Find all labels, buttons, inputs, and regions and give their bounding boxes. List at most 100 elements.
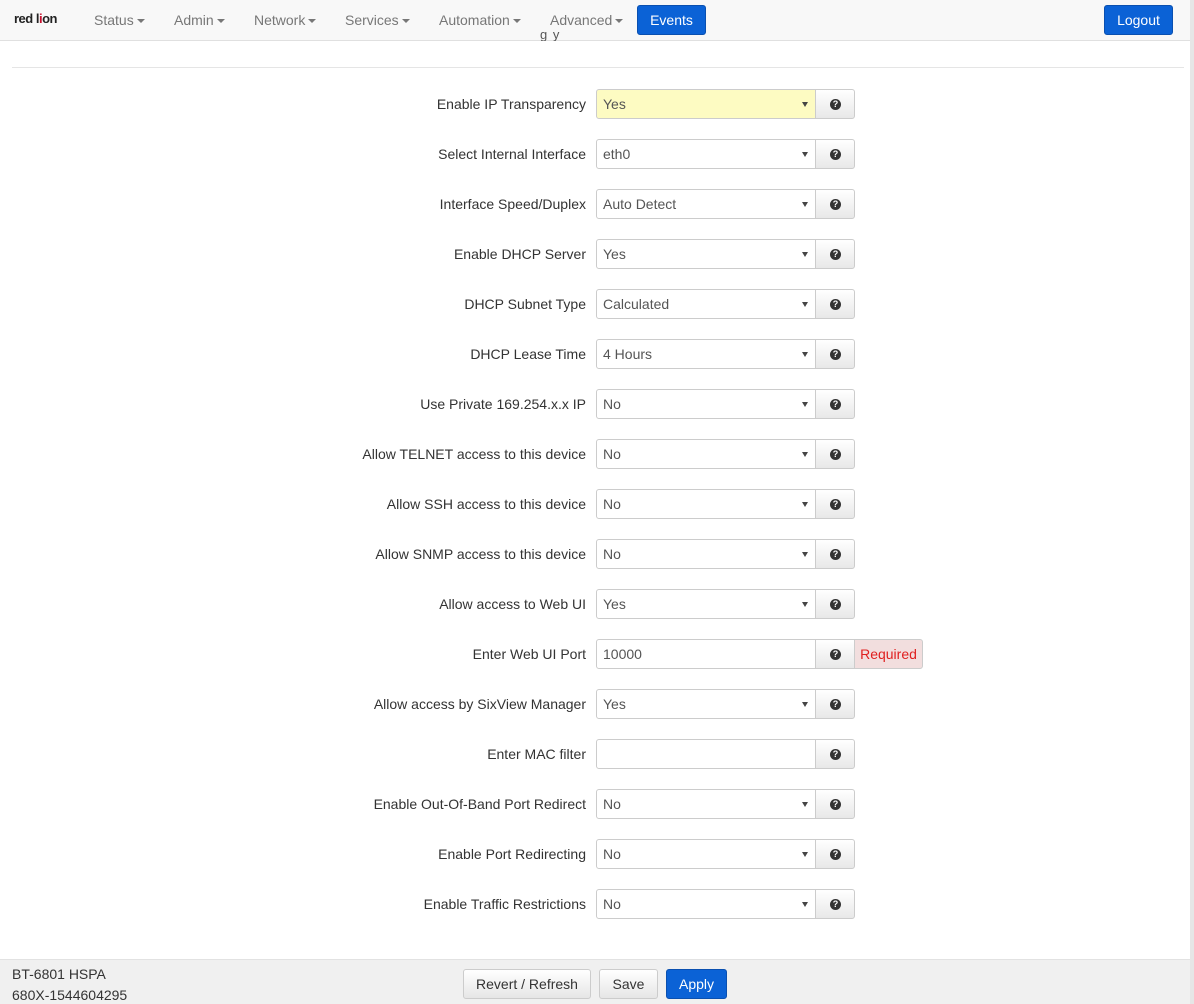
- caret-down-icon: [512, 19, 521, 24]
- dropdown-arrow-icon: [802, 552, 808, 557]
- nav-menu-admin[interactable]: Admin: [174, 0, 225, 40]
- select-field[interactable]: Auto Detect: [596, 189, 816, 219]
- question-circle-icon: ?: [830, 649, 841, 660]
- field-label: Allow SSH access to this device: [386, 496, 586, 512]
- select-field[interactable]: No: [596, 789, 816, 819]
- help-button[interactable]: ?: [815, 889, 855, 919]
- help-button[interactable]: ?: [815, 489, 855, 519]
- help-button[interactable]: ?: [815, 189, 855, 219]
- dropdown-arrow-icon: [802, 702, 808, 707]
- question-circle-icon: ?: [830, 549, 841, 560]
- help-button[interactable]: ?: [815, 89, 855, 119]
- footer-bar: BT-6801 HSPA 680X-1544604295 Revert / Re…: [0, 959, 1190, 1004]
- select-field[interactable]: Yes: [596, 689, 816, 719]
- field-value: Yes: [603, 246, 626, 262]
- select-field[interactable]: Yes: [596, 89, 816, 119]
- question-circle-icon: ?: [830, 349, 841, 360]
- select-field[interactable]: Yes: [596, 589, 816, 619]
- form-row: Enable Out-Of-Band Port Redirect No?: [0, 789, 1194, 819]
- field-label: Allow access by SixView Manager: [373, 696, 586, 712]
- field-value: Calculated: [603, 296, 670, 312]
- field-value: Yes: [603, 696, 626, 712]
- help-button[interactable]: ?: [815, 139, 855, 169]
- form-row: Allow TELNET access to this device No?: [0, 439, 1194, 469]
- help-button[interactable]: ?: [815, 839, 855, 869]
- device-model: BT-6801 HSPA: [12, 966, 106, 982]
- select-field[interactable]: No: [596, 889, 816, 919]
- dropdown-arrow-icon: [802, 102, 808, 107]
- scrollbar[interactable]: [1190, 0, 1194, 1004]
- caret-down-icon: [308, 19, 317, 24]
- help-button[interactable]: ?: [815, 389, 855, 419]
- form-row: DHCP Lease Time 4 Hours?: [0, 339, 1194, 369]
- question-circle-icon: ?: [830, 699, 841, 710]
- field-label: Use Private 169.254.x.x IP: [420, 396, 586, 412]
- select-field[interactable]: Yes: [596, 239, 816, 269]
- nav-menu-label: Advanced: [550, 12, 613, 28]
- form-row: Enable Port Redirecting No?: [0, 839, 1194, 869]
- text-input[interactable]: 10000: [596, 639, 816, 669]
- select-field[interactable]: No: [596, 489, 816, 519]
- nav-menu-label: Admin: [174, 12, 214, 28]
- help-button[interactable]: ?: [815, 689, 855, 719]
- field-label: DHCP Lease Time: [470, 346, 586, 362]
- field-label: Select Internal Interface: [438, 146, 586, 162]
- dropdown-arrow-icon: [802, 602, 808, 607]
- field-label: Enable IP Transparency: [436, 96, 586, 112]
- select-field[interactable]: eth0: [596, 139, 816, 169]
- help-button[interactable]: ?: [815, 539, 855, 569]
- nav-menu-label: Services: [345, 12, 399, 28]
- help-button[interactable]: ?: [815, 289, 855, 319]
- dropdown-arrow-icon: [802, 452, 808, 457]
- question-circle-icon: ?: [830, 249, 841, 260]
- field-value: 10000: [603, 646, 642, 662]
- form-row: DHCP Subnet Type Calculated?: [0, 289, 1194, 319]
- help-button[interactable]: ?: [815, 639, 855, 669]
- save-button[interactable]: Save: [599, 969, 658, 999]
- help-button[interactable]: ?: [815, 339, 855, 369]
- select-field[interactable]: No: [596, 389, 816, 419]
- logout-button[interactable]: Logout: [1104, 5, 1173, 35]
- revert-refresh-button[interactable]: Revert / Refresh: [463, 969, 591, 999]
- form-row: Enable Traffic Restrictions No?: [0, 889, 1194, 919]
- help-button[interactable]: ?: [815, 789, 855, 819]
- field-value: Auto Detect: [603, 196, 677, 212]
- select-field[interactable]: No: [596, 839, 816, 869]
- select-field[interactable]: 4 Hours: [596, 339, 816, 369]
- help-button[interactable]: ?: [815, 439, 855, 469]
- dropdown-arrow-icon: [802, 502, 808, 507]
- question-circle-icon: ?: [830, 199, 841, 210]
- question-circle-icon: ?: [830, 499, 841, 510]
- field-value: No: [603, 846, 621, 862]
- form-row: Enable DHCP Server Yes?: [0, 239, 1194, 269]
- nav-menu-automation[interactable]: Automation: [439, 0, 521, 40]
- nav-menu-services[interactable]: Services: [345, 0, 410, 40]
- select-field[interactable]: No: [596, 439, 816, 469]
- dropdown-arrow-icon: [802, 302, 808, 307]
- field-label: Enter Web UI Port: [472, 646, 586, 662]
- help-button[interactable]: ?: [815, 739, 855, 769]
- apply-button[interactable]: Apply: [666, 969, 727, 999]
- question-circle-icon: ?: [830, 399, 841, 410]
- caret-down-icon: [401, 19, 410, 24]
- field-value: No: [603, 446, 621, 462]
- form-row: Allow access to Web UI Yes?: [0, 589, 1194, 619]
- question-circle-icon: ?: [830, 99, 841, 110]
- question-circle-icon: ?: [830, 899, 841, 910]
- page-subtitle-fragment: g y: [540, 27, 561, 41]
- nav-menu-network[interactable]: Network: [254, 0, 317, 40]
- dropdown-arrow-icon: [802, 802, 808, 807]
- field-label: Enable Out-Of-Band Port Redirect: [373, 796, 586, 812]
- help-button[interactable]: ?: [815, 589, 855, 619]
- help-button[interactable]: ?: [815, 239, 855, 269]
- redlion-logo[interactable]: red lion: [14, 11, 57, 26]
- field-label: DHCP Subnet Type: [464, 296, 586, 312]
- question-circle-icon: ?: [830, 449, 841, 460]
- text-input[interactable]: [596, 739, 816, 769]
- field-value: No: [603, 896, 621, 912]
- form-row: Enter Web UI Port 10000? Required: [0, 639, 1194, 669]
- nav-menu-status[interactable]: Status: [94, 0, 145, 40]
- field-value: 4 Hours: [603, 346, 653, 362]
- select-field[interactable]: No: [596, 539, 816, 569]
- select-field[interactable]: Calculated: [596, 289, 816, 319]
